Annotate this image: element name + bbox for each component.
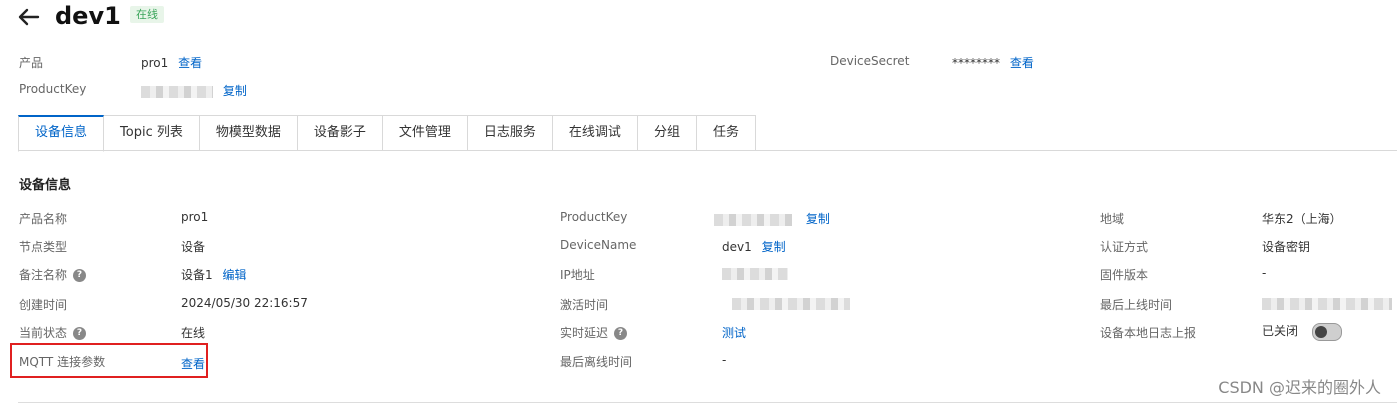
- remark-value: 设备1: [181, 268, 213, 282]
- info-productkey-label: ProductKey: [560, 210, 628, 224]
- productkey-summary: 复制: [141, 82, 247, 99]
- product-summary: pro1 查看: [141, 54, 202, 71]
- productkey-label: ProductKey: [19, 82, 87, 96]
- devicesecret-view-link[interactable]: 查看: [1010, 56, 1034, 70]
- tab-divider: [18, 150, 1397, 151]
- tab-online-debug[interactable]: 在线调试: [552, 115, 638, 151]
- state-label-row: 当前状态?: [19, 324, 87, 341]
- last-online-redacted: [1262, 297, 1392, 310]
- product-name-value: pro1: [181, 210, 209, 224]
- info-productkey-redacted: [714, 213, 792, 226]
- remark-label: 备注名称: [19, 268, 68, 282]
- watermark: CSDN @迟来的圈外人: [1218, 378, 1381, 397]
- tab-topic-list[interactable]: Topic 列表: [104, 115, 200, 151]
- product-value: pro1: [141, 56, 169, 70]
- remark-edit-link[interactable]: 编辑: [222, 268, 246, 282]
- created-value: 2024/05/30 22:16:57: [181, 296, 308, 310]
- created-label: 创建时间: [19, 298, 68, 312]
- activated-redacted: [732, 297, 850, 310]
- product-view-link[interactable]: 查看: [178, 56, 202, 70]
- back-arrow-icon[interactable]: [16, 4, 42, 30]
- info-productkey-row: 复制: [714, 210, 830, 227]
- local-log-toggle[interactable]: [1311, 322, 1342, 341]
- help-icon[interactable]: ?: [73, 327, 87, 340]
- tab-bar: 设备信息 Topic 列表 物模型数据 设备影子 文件管理 日志服务 在线调试 …: [18, 115, 756, 152]
- firmware-value: -: [1262, 266, 1267, 280]
- tab-thing-model[interactable]: 物模型数据: [199, 115, 298, 151]
- tab-group[interactable]: 分组: [637, 115, 697, 151]
- tab-log-service[interactable]: 日志服务: [467, 115, 553, 151]
- local-log-value: 已关闭: [1262, 324, 1299, 338]
- state-value: 在线: [181, 326, 206, 340]
- last-offline-value: -: [722, 353, 727, 367]
- page-title: dev1: [55, 2, 121, 30]
- devicesecret-value: ********: [952, 56, 1000, 70]
- region-value: 华东2（上海）: [1262, 212, 1342, 226]
- activated-row: [732, 296, 850, 310]
- productkey-copy-link[interactable]: 复制: [223, 84, 247, 98]
- devicesecret-summary: ******** 查看: [952, 54, 1034, 71]
- devicesecret-label: DeviceSecret: [830, 54, 910, 68]
- remark-label-row: 备注名称?: [19, 266, 87, 283]
- devicename-row: dev1 复制: [722, 238, 786, 255]
- devicename-label: DeviceName: [560, 238, 637, 252]
- tab-task[interactable]: 任务: [696, 115, 756, 151]
- latency-test-link[interactable]: 测试: [722, 324, 746, 341]
- section-title: 设备信息: [19, 178, 72, 193]
- region-label: 地域: [1100, 212, 1125, 226]
- product-name-label: 产品名称: [19, 212, 68, 226]
- devicename-value: dev1: [722, 240, 752, 254]
- last-online-label: 最后上线时间: [1100, 298, 1173, 312]
- ip-label: IP地址: [560, 268, 595, 282]
- latency-label-row: 实时延迟?: [560, 324, 628, 341]
- node-type-value: 设备: [181, 240, 206, 254]
- local-log-row: 已关闭: [1262, 322, 1342, 341]
- devicename-copy-link[interactable]: 复制: [762, 240, 786, 254]
- help-icon[interactable]: ?: [73, 269, 87, 282]
- bottom-divider: [18, 402, 1397, 403]
- auth-label: 认证方式: [1100, 240, 1149, 254]
- tab-file-management[interactable]: 文件管理: [382, 115, 468, 151]
- info-productkey-copy-link[interactable]: 复制: [806, 212, 830, 226]
- ip-redacted: [722, 267, 788, 280]
- activated-label: 激活时间: [560, 298, 609, 312]
- tab-device-info[interactable]: 设备信息: [18, 115, 105, 152]
- tab-device-shadow[interactable]: 设备影子: [297, 115, 383, 151]
- auth-value: 设备密钥: [1262, 240, 1311, 254]
- help-icon[interactable]: ?: [614, 327, 628, 340]
- local-log-label: 设备本地日志上报: [1100, 326, 1197, 340]
- status-badge: 在线: [130, 6, 164, 23]
- last-offline-label: 最后离线时间: [560, 355, 633, 369]
- ip-row: [722, 266, 788, 280]
- remark-row: 设备1 编辑: [181, 266, 246, 283]
- firmware-label: 固件版本: [1100, 268, 1149, 282]
- node-type-label: 节点类型: [19, 240, 68, 254]
- state-label: 当前状态: [19, 326, 68, 340]
- last-online-row: [1262, 296, 1392, 310]
- productkey-redacted: [141, 85, 213, 98]
- latency-label: 实时延迟: [560, 326, 609, 340]
- product-label: 产品: [19, 56, 44, 70]
- highlight-box: [10, 343, 208, 378]
